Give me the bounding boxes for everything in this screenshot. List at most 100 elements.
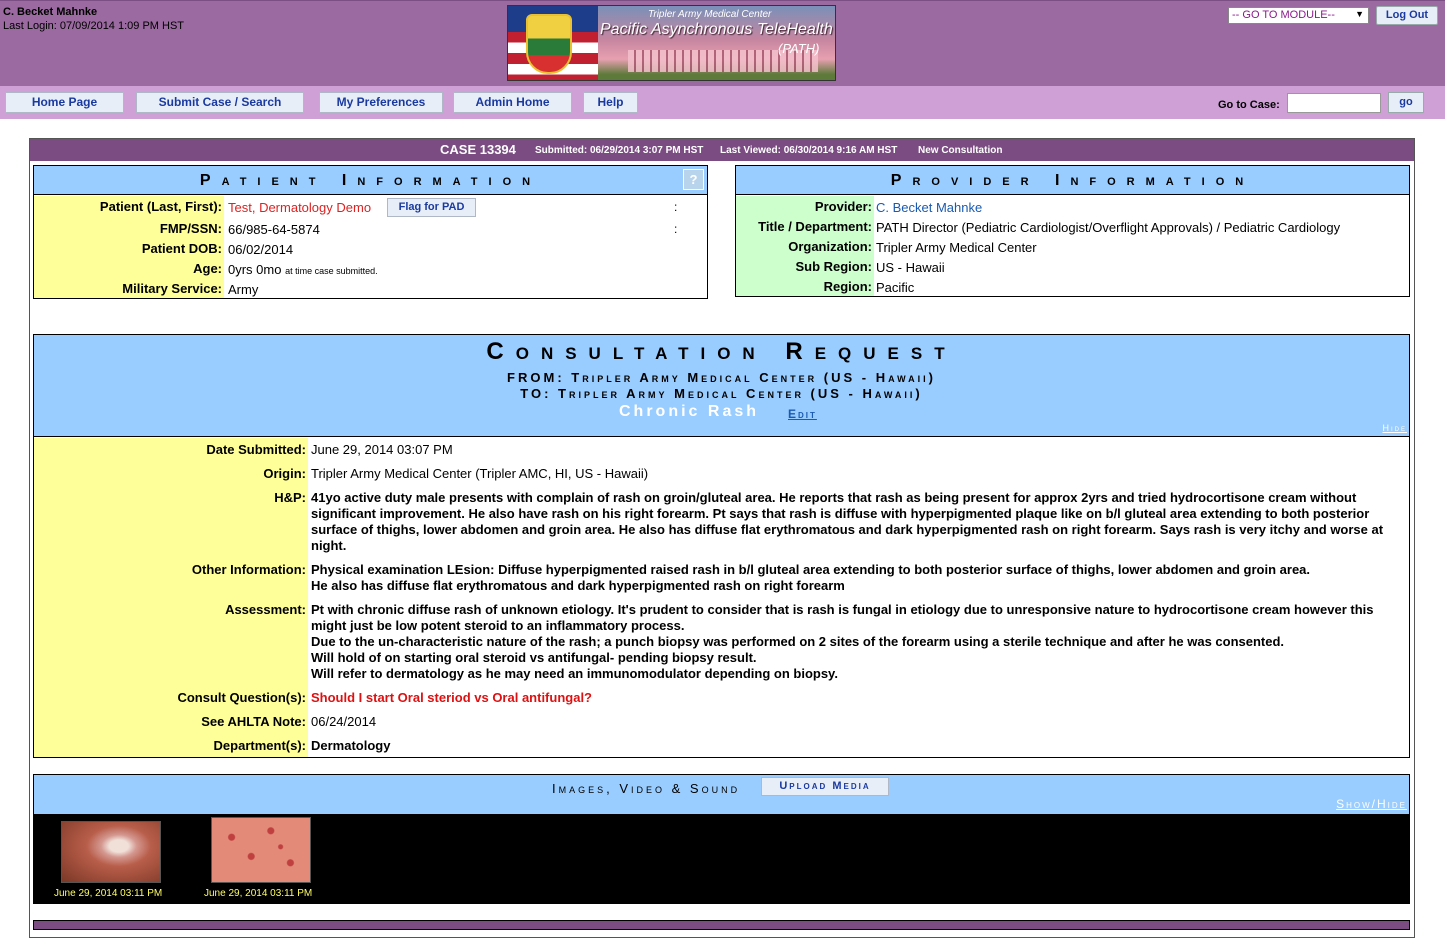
patient-name-value[interactable]: Test, Dermatology Demo <box>228 197 371 215</box>
origin-label: Origin: <box>263 466 306 481</box>
module-select[interactable]: -- GO TO MODULE-- ▼ <box>1228 7 1369 24</box>
patient-row-dob: Patient DOB: 06/02/2014 <box>34 239 707 259</box>
date-submitted-value: June 29, 2014 03:07 PM <box>311 442 453 457</box>
patient-row-ssn: FMP/SSN: 66/985-64-5874 : <box>34 219 707 239</box>
age-value: 0yrs 0mo at time case submitted. <box>228 259 378 277</box>
title-department-value: PATH Director (Pediatric Cardiologist/Ov… <box>876 220 1341 235</box>
patient-row-service: Military Service: Army <box>34 279 707 299</box>
assessment-line: Pt with chronic diffuse rash of unknown … <box>311 602 1374 633</box>
banner-acronym: (PATH) <box>778 41 820 56</box>
provider-link[interactable]: C. Becket Mahnke <box>876 197 982 215</box>
patient-row-name: Patient (Last, First): Test, Dermatology… <box>34 197 707 217</box>
provider-row: Provider: C. Becket Mahnke <box>736 197 1409 217</box>
app-header: C. Becket Mahnke Last Login: 07/09/2014 … <box>0 0 1445 86</box>
case-number: CASE 13394 <box>440 142 516 157</box>
media-thumbnail[interactable] <box>61 821 161 883</box>
date-submitted-label: Date Submitted: <box>206 442 306 457</box>
other-information-value: Physical examination LEsion: Diffuse hyp… <box>311 562 1409 594</box>
sub-region-label: Sub Region: <box>795 259 872 274</box>
age-years: 0yrs 0mo <box>228 262 282 277</box>
media-title: Images, Video & Sound <box>552 781 741 796</box>
patient-information-panel: Patient Information ? Patient (Last, Fir… <box>33 165 708 299</box>
banner-subtitle: Tripler Army Medical Center <box>648 9 772 20</box>
media-caption: June 29, 2014 03:11 PM <box>204 888 313 899</box>
origin-value: Tripler Army Medical Center (Tripler AMC… <box>311 466 649 481</box>
crest-icon <box>526 14 572 74</box>
edit-link[interactable]: Edit <box>788 407 817 421</box>
fmp-ssn-label: FMP/SSN: <box>159 221 222 236</box>
age-note: at time case submitted. <box>285 266 378 276</box>
hp-label: H&P: <box>274 490 306 505</box>
fmp-ssn-value: 66/985-64-5874 <box>228 222 320 237</box>
help-icon[interactable]: ? <box>683 169 704 190</box>
consultation-request-panel: Consultation Request FROM: Tripler Army … <box>33 334 1410 758</box>
region-label: Region: <box>823 279 872 294</box>
dob-label: Patient DOB: <box>141 241 222 256</box>
military-service-value: Army <box>228 282 259 297</box>
goto-case-input[interactable] <box>1287 93 1381 113</box>
case-last-viewed: Last Viewed: 06/30/2014 9:16 AM HST <box>720 145 898 156</box>
sub-region-value: US - Hawaii <box>876 260 945 275</box>
other-information-label: Other Information: <box>191 562 306 577</box>
last-login: Last Login: 07/09/2014 1:09 PM HST <box>3 20 185 32</box>
consultation-subject: Chronic Rash <box>619 403 760 420</box>
hide-link[interactable]: Hide <box>1382 423 1407 433</box>
nav-home-page[interactable]: Home Page <box>5 92 124 113</box>
nav-help[interactable]: Help <box>583 92 638 113</box>
nav-admin-home[interactable]: Admin Home <box>453 92 572 113</box>
media-header: Images, Video & Sound Upload Media Show/… <box>34 775 1409 814</box>
colon: : <box>674 222 678 236</box>
organization-label: Organization: <box>788 239 872 254</box>
upload-media-button[interactable]: Upload Media <box>761 777 889 796</box>
assessment-line: Will refer to dermatology as he may need… <box>311 666 838 681</box>
assessment-line: Will hold of on starting oral steroid vs… <box>311 650 757 665</box>
user-name: C. Becket Mahnke <box>3 6 98 18</box>
module-select-value: -- GO TO MODULE-- <box>1232 9 1335 21</box>
colon: : <box>674 200 678 214</box>
military-service-label: Military Service: <box>122 281 222 296</box>
other-information-line: Physical examination LEsion: Diffuse hyp… <box>311 562 1311 577</box>
ahlta-note-label: See AHLTA Note: <box>201 714 306 729</box>
provider-label: Provider: <box>814 199 872 214</box>
nav-bar: Home Page Submit Case / Search My Prefer… <box>0 86 1445 119</box>
consultation-title: Consultation Request <box>486 338 957 365</box>
show-hide-link[interactable]: Show/Hide <box>1336 797 1407 811</box>
region-value: Pacific <box>876 280 915 295</box>
patient-name-label: Patient (Last, First): <box>99 199 222 214</box>
case-submitted: Submitted: 06/29/2014 3:07 PM HST <box>535 145 704 156</box>
assessment-label: Assessment: <box>225 602 306 617</box>
organization-value: Tripler Army Medical Center <box>876 240 1037 255</box>
goto-case-label: Go to Case: <box>1218 99 1280 111</box>
media-thumbnail[interactable] <box>211 817 311 883</box>
departments-value: Dermatology <box>311 738 391 753</box>
case-header-bar: CASE 13394 Submitted: 06/29/2014 3:07 PM… <box>30 139 1414 161</box>
consultation-to: TO: Tripler Army Medical Center (US - Ha… <box>520 386 923 401</box>
case-type: New Consultation <box>918 145 1003 156</box>
nav-my-preferences[interactable]: My Preferences <box>319 92 443 113</box>
goto-case-button[interactable]: go <box>1388 92 1424 113</box>
other-information-line: He also has diffuse flat erythromatous a… <box>311 578 845 593</box>
chevron-down-icon: ▼ <box>1355 9 1364 19</box>
nav-submit-case-search[interactable]: Submit Case / Search <box>136 92 304 113</box>
ahlta-note-value: 06/24/2014 <box>311 714 377 729</box>
label-column <box>34 438 308 757</box>
provider-information-title: Provider Information <box>736 166 1409 195</box>
media-strip: June 29, 2014 03:11 PM June 29, 2014 03:… <box>34 814 1409 903</box>
departments-label: Department(s): <box>213 738 306 753</box>
provider-row: Title / Department: PATH Director (Pedia… <box>736 217 1409 237</box>
assessment-value: Pt with chronic diffuse rash of unknown … <box>311 602 1409 682</box>
consultation-from: FROM: Tripler Army Medical Center (US - … <box>507 370 936 385</box>
provider-information-panel: Provider Information Provider: C. Becket… <box>735 165 1410 297</box>
assessment-line: Due to the un-characteristic nature of t… <box>311 634 1285 649</box>
logout-button[interactable]: Log Out <box>1376 6 1438 25</box>
next-section-bar <box>33 920 1410 930</box>
path-banner-logo[interactable]: Tripler Army Medical Center Pacific Asyn… <box>507 5 836 81</box>
media-caption: June 29, 2014 03:11 PM <box>54 888 163 899</box>
media-panel: Images, Video & Sound Upload Media Show/… <box>33 774 1410 904</box>
dob-value: 06/02/2014 <box>228 242 294 257</box>
consult-question-value: Should I start Oral steriod vs Oral anti… <box>311 690 592 705</box>
provider-row: Sub Region: US - Hawaii <box>736 257 1409 277</box>
consultation-header: Consultation Request FROM: Tripler Army … <box>34 335 1409 437</box>
banner-title: Pacific Asynchronous TeleHealth <box>600 21 833 38</box>
flag-for-pad-button[interactable]: Flag for PAD <box>387 198 476 217</box>
